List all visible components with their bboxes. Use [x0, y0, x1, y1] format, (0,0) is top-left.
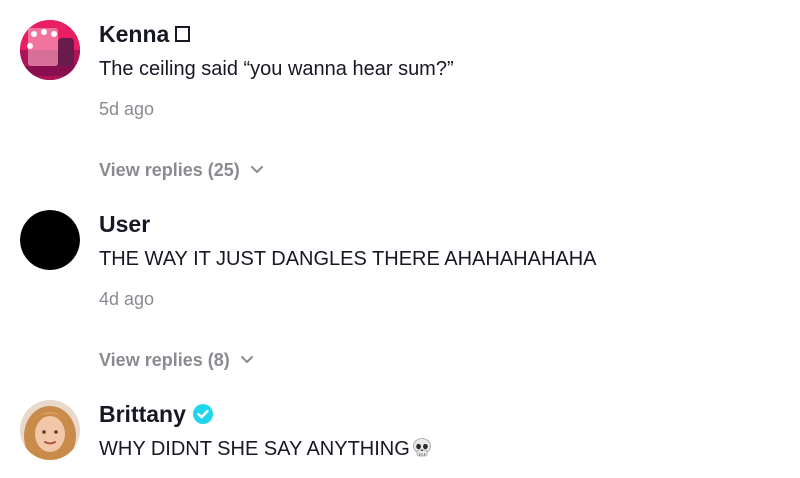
avatar-placeholder [20, 210, 80, 270]
username[interactable]: Kenna [99, 20, 780, 48]
view-replies-button[interactable]: View replies (8) [99, 349, 254, 371]
comment-text: The ceiling said “you wanna hear sum?” [99, 58, 454, 80]
username-text: User [99, 211, 151, 237]
comment-body: Kenna The ceiling said “you wanna hear s… [99, 20, 780, 120]
comment-item: User THE WAY IT JUST DANGLES THERE AHAHA… [20, 210, 780, 380]
avatar-photo [20, 20, 80, 80]
comment-body: User THE WAY IT JUST DANGLES THERE AHAHA… [99, 210, 780, 310]
comment-text: WHY DIDNT SHE SAY ANYTHING [99, 436, 780, 462]
comment-text-content: WHY DIDNT SHE SAY ANYTHING [99, 438, 410, 460]
comment-item: Kenna The ceiling said “you wanna hear s… [20, 20, 780, 190]
comment-timestamp: 4d ago [99, 289, 155, 309]
verified-badge-icon [192, 404, 213, 424]
view-replies-button[interactable]: View replies (25) [99, 159, 264, 181]
chevron-down-icon [250, 166, 263, 173]
username[interactable]: Brittany [99, 400, 780, 428]
comment-body: Brittany WHY DIDNT SHE SAY ANYTHING [99, 400, 780, 462]
missing-glyph-box-icon [175, 26, 191, 42]
chevron-down-icon [240, 356, 253, 363]
avatar[interactable] [20, 400, 80, 460]
comment-text: THE WAY IT JUST DANGLES THERE AHAHAHAHAH… [99, 248, 597, 270]
username-text: Kenna [99, 21, 170, 47]
username[interactable]: User [99, 210, 780, 238]
view-replies-label: View replies (8) [99, 350, 230, 370]
view-replies-label: View replies (25) [99, 160, 240, 180]
comment-item: Brittany WHY DIDNT SHE SAY ANYTHING [20, 400, 780, 478]
skull-emoji-icon [412, 438, 431, 457]
avatar[interactable] [20, 20, 80, 80]
comment-timestamp: 5d ago [99, 99, 155, 119]
username-text: Brittany [99, 401, 186, 427]
avatar-photo [20, 400, 80, 460]
avatar[interactable] [20, 210, 80, 270]
